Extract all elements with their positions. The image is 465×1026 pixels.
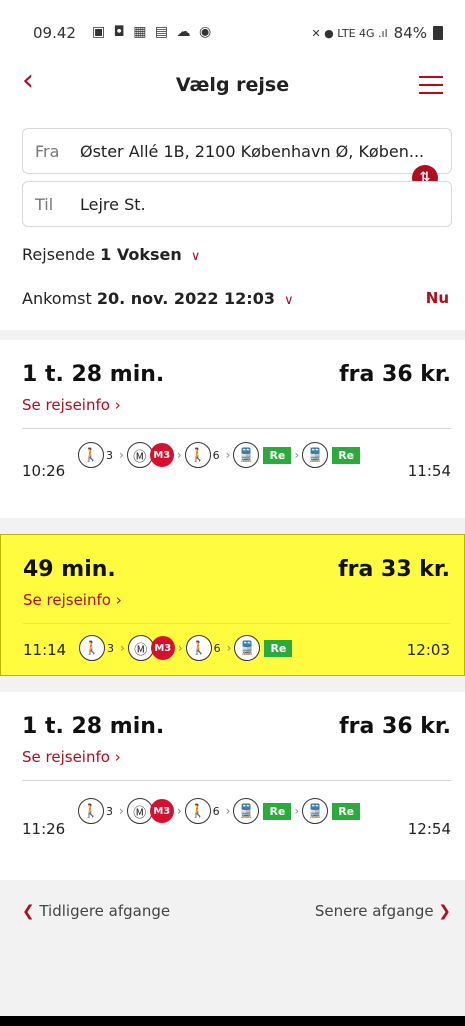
arrival-selector[interactable]: Ankomst 20. nov. 2022 12:03 ∨ [22,289,294,308]
walk-icon: 🚶 [184,798,211,824]
trip-legs: 🚶 3 › Ⓜ M3 › 🚶 6 › 🚆 Re › 🚆 Re [78,798,368,824]
trip-price: fra 33 kr. [338,557,450,582]
from-label: Fra [35,142,60,161]
trip-price: fra 36 kr. [339,714,451,739]
to-value: Lejre St. [80,195,146,214]
train-line-badge: Re [264,639,293,657]
app-bar: ‹ Vælg rejse [0,60,465,112]
walk-minutes: 3 [107,641,114,655]
train-line-badge: Re [332,446,361,464]
trip-card[interactable]: 1 t. 28 min. fra 36 kr. Se rejseinfo › 1… [0,692,465,880]
battery-icon [433,26,443,40]
trip-info-link[interactable]: Se rejseinfo › [22,396,121,414]
train-icon: 🚆 [233,442,260,468]
chevron-left-icon: ❮ [22,902,35,920]
status-time: 09.42 [33,24,76,42]
trip-card[interactable]: 1 t. 28 min. fra 36 kr. Se rejseinfo › 1… [0,340,465,518]
from-value: Øster Allé 1B, 2100 København Ø, Køben..… [80,142,425,161]
chevron-right-icon: ❯ [438,902,451,920]
trip-legs: 🚶 3 › Ⓜ M3 › 🚶 6 › 🚆 Re [79,635,369,661]
chevron-down-icon: ∨ [284,293,294,308]
metro-line-badge: M3 [150,636,175,660]
trip-card-selected[interactable]: 49 min. fra 33 kr. Se rejseinfo › 11:14 … [0,534,465,676]
later-label: Senere afgange [314,902,434,920]
page-title: Vælg rejse [175,74,290,96]
arrival-value: 20. nov. 2022 12:03 [96,289,275,308]
divider [22,428,451,429]
trip-duration: 1 t. 28 min. [22,714,165,739]
walk-icon: 🚶 [79,635,105,661]
train-icon: 🚆 [233,798,260,824]
to-field[interactable]: Til Lejre St. [22,181,452,227]
later-departures-button[interactable]: Senere afgange ❯ [315,902,451,920]
train-line-badge: Re [263,446,292,464]
now-button[interactable]: Nu [426,289,449,307]
train-line-badge: Re [263,802,292,820]
trip-arrival: 12:54 [407,820,451,838]
divider [23,623,450,624]
metro-line-badge: M3 [149,799,174,823]
trip-departure: 10:26 [22,462,66,480]
metro-line-badge: M3 [149,443,174,467]
trip-info-link[interactable]: Se rejseinfo › [23,591,122,609]
trip-duration: 1 t. 28 min. [22,362,165,387]
trip-departure: 11:14 [23,641,67,659]
divider [22,780,451,781]
train-icon: 🚆 [234,635,261,661]
walk-minutes: 3 [106,804,113,818]
trip-departure: 11:26 [22,820,66,838]
to-label: Til [35,195,54,214]
travelers-value: 1 Voksen [100,245,182,264]
metro-icon: Ⓜ [126,442,153,468]
walk-icon: 🚶 [78,798,104,824]
chevron-down-icon: ∨ [190,249,201,264]
battery-level: 84% [393,24,427,42]
trip-legs: 🚶 3 › Ⓜ M3 › 🚶 6 › 🚆 Re › 🚆 Re [78,442,368,468]
system-nav-bar [0,1016,465,1026]
status-bar: 09.42 ▣ ◘ ▦ ▤ ☁ ◉ ✕ ● LTE 4G .ıl 84% [0,0,465,60]
metro-icon: Ⓜ [127,635,154,661]
train-icon: 🚆 [302,798,329,824]
trip-price: fra 36 kr. [339,362,451,387]
walk-icon: 🚶 [184,442,211,468]
trip-duration: 49 min. [23,557,116,582]
walk-minutes: 6 [212,448,220,462]
train-icon: 🚆 [302,442,329,468]
walk-icon: 🚶 [78,442,104,468]
walk-minutes: 3 [106,448,113,462]
walk-icon: 🚶 [185,635,212,661]
walk-minutes: 6 [212,804,220,818]
earlier-departures-button[interactable]: ❮ Tidligere afgange [22,902,170,920]
filter-icon[interactable] [419,76,443,100]
from-field[interactable]: Fra Øster Allé 1B, 2100 København Ø, Køb… [22,128,452,174]
notification-icons: ▣ ◘ ▦ ▤ ☁ ◉ [92,24,214,40]
trip-info-link[interactable]: Se rejseinfo › [22,748,121,766]
trip-arrival: 11:54 [407,462,451,480]
arrival-label: Ankomst [22,289,92,308]
earlier-label: Tidligere afgange [39,902,171,920]
signal-icons: ✕ ● LTE 4G .ıl [311,26,388,40]
walk-minutes: 6 [213,641,221,655]
status-right: ✕ ● LTE 4G .ıl 84% [311,24,443,42]
train-line-badge: Re [332,802,361,820]
travelers-selector[interactable]: Rejsende 1 Voksen ∨ [22,245,200,264]
trip-arrival: 12:03 [406,641,450,659]
travelers-label: Rejsende [22,245,96,264]
search-form: Fra Øster Allé 1B, 2100 København Ø, Køb… [0,112,465,330]
metro-icon: Ⓜ [126,798,153,824]
